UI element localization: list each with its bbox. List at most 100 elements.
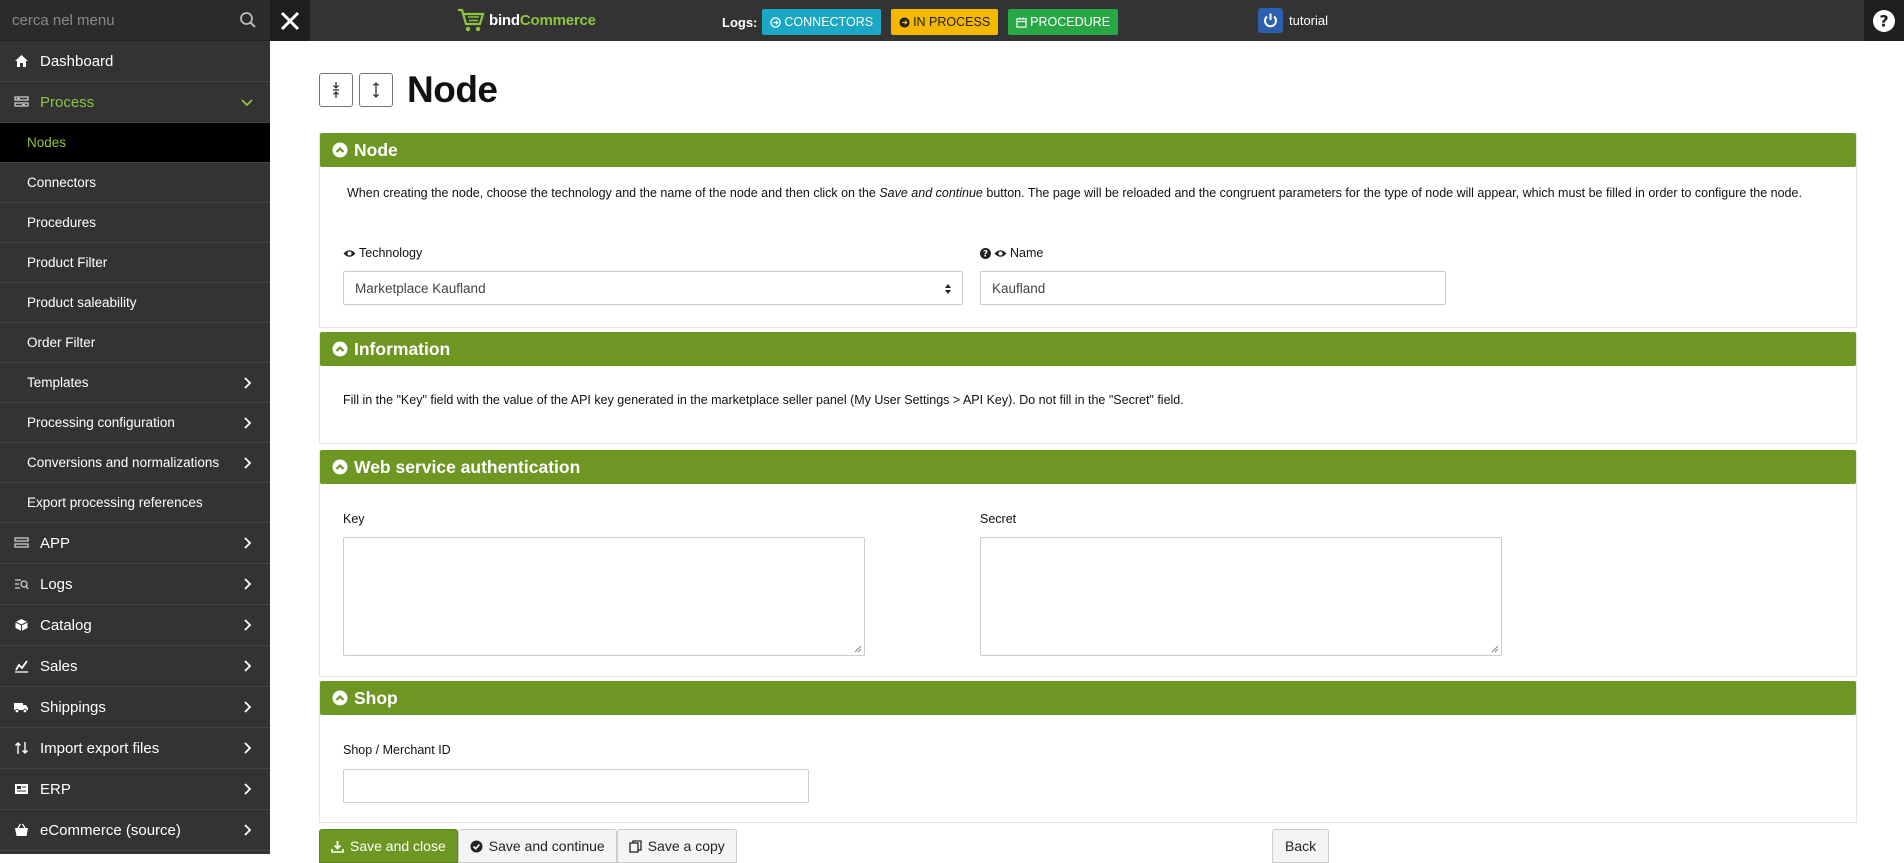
sidebar-item-catalog[interactable]: Catalog xyxy=(0,605,270,646)
chevron-down-icon xyxy=(240,95,254,109)
collapse-icon xyxy=(333,82,339,98)
sidebar-item-sales[interactable]: Sales xyxy=(0,646,270,687)
logs-label: Logs: xyxy=(722,14,758,30)
basket-icon xyxy=(12,821,30,839)
key-textarea[interactable] xyxy=(343,537,865,656)
button-label: Save and continue xyxy=(488,838,605,854)
button-label: Back xyxy=(1285,838,1317,854)
technology-select[interactable]: Marketplace Kaufland xyxy=(343,271,963,305)
desc-text: button. The page will be reloaded and th… xyxy=(982,186,1802,200)
desc-emphasis: Save and continue xyxy=(879,186,983,200)
chevron-right-icon xyxy=(240,741,254,755)
panel-title: Web service authentication xyxy=(354,456,581,477)
sidebar-item-shippings[interactable]: Shippings xyxy=(0,687,270,728)
sales-icon xyxy=(12,657,30,675)
expand-icon xyxy=(373,82,379,98)
auth-panel-header[interactable]: Web service authentication xyxy=(320,450,1856,484)
sidebar-item-erp[interactable]: ERP xyxy=(0,769,270,810)
node-panel-header[interactable]: Node xyxy=(320,133,1856,167)
sidebar-subitem-nodes[interactable]: Nodes xyxy=(0,123,270,163)
menu-search-input[interactable] xyxy=(12,11,238,29)
sidebar-item-label: Dashboard xyxy=(40,52,114,70)
chevron-up-circle-icon xyxy=(332,341,348,357)
sidebar-subitem-label: Product saleability xyxy=(27,295,137,310)
chevron-right-icon xyxy=(240,659,254,673)
process-icon xyxy=(12,93,30,111)
sidebar-subitem-label: Order Filter xyxy=(27,335,96,350)
brand-prefix: bind xyxy=(489,11,520,29)
sidebar-subitem-templates[interactable]: Templates xyxy=(0,363,270,403)
sidebar-subitem-export-references[interactable]: Export processing references xyxy=(0,483,270,523)
sidebar-item-ecommerce-source[interactable]: eCommerce (source) xyxy=(0,810,270,851)
information-panel: Information Fill in the "Key" field with… xyxy=(319,332,1857,444)
collapse-all-button[interactable] xyxy=(319,73,353,107)
logs-bar: Logs: CONNECTORS IN PROCESS PROCEDURE xyxy=(722,9,1128,35)
sidebar-subitem-conversions[interactable]: Conversions and normalizations xyxy=(0,443,270,483)
chevron-up-circle-icon xyxy=(332,690,348,706)
close-menu-button[interactable] xyxy=(270,0,310,41)
sidebar-item-label: ERP xyxy=(40,780,71,798)
sidebar-subitem-connectors[interactable]: Connectors xyxy=(0,163,270,203)
chevron-right-icon xyxy=(240,618,254,632)
home-icon xyxy=(12,52,30,70)
sidebar-item-dashboard[interactable]: Dashboard xyxy=(0,41,270,82)
user-menu[interactable]: tutorial xyxy=(1258,8,1328,33)
badge-label: PROCEDURE xyxy=(1030,15,1111,29)
username: tutorial xyxy=(1289,13,1329,28)
resize-grip-icon[interactable] xyxy=(1491,645,1499,653)
sidebar-item-logs[interactable]: Logs xyxy=(0,564,270,605)
resize-grip-icon[interactable] xyxy=(854,645,862,653)
save-and-close-button[interactable]: Save and close xyxy=(319,829,458,863)
question-circle-icon[interactable]: ? xyxy=(980,247,991,259)
sidebar-subitem-product-saleability[interactable]: Product saleability xyxy=(0,283,270,323)
sidebar-subitem-processing-configuration[interactable]: Processing configuration xyxy=(0,403,270,443)
shop-panel-header[interactable]: Shop xyxy=(320,681,1856,715)
input-value: Kaufland xyxy=(992,280,1046,296)
node-panel: Node When creating the node, choose the … xyxy=(319,133,1857,328)
label-text: Technology xyxy=(359,246,423,260)
sidebar-subitem-order-filter[interactable]: Order Filter xyxy=(0,323,270,363)
form-actions: Save and close Save and continue Save a … xyxy=(319,829,737,863)
auth-panel: Web service authentication Key Secret xyxy=(319,450,1857,677)
sidebar-subitem-label: Processing configuration xyxy=(27,415,175,430)
sidebar-subitem-product-filter[interactable]: Product Filter xyxy=(0,243,270,283)
badge-label: CONNECTORS xyxy=(784,15,874,29)
sidebar-subitem-label: Conversions and normalizations xyxy=(27,455,220,470)
sidebar-item-import-export[interactable]: Import export files xyxy=(0,728,270,769)
question-circle-icon: ? xyxy=(1873,9,1895,32)
sidebar: Dashboard Process Nodes Connectors Proce… xyxy=(0,0,270,854)
sort-arrows-icon xyxy=(945,284,951,294)
secret-textarea[interactable] xyxy=(980,537,1502,656)
chevron-up-circle-icon xyxy=(332,142,348,158)
chevron-right-icon xyxy=(240,416,254,430)
save-and-continue-button[interactable]: Save and continue xyxy=(457,829,617,863)
connectors-log-badge[interactable]: CONNECTORS xyxy=(762,9,882,35)
in-process-log-badge[interactable]: IN PROCESS xyxy=(891,9,999,35)
sidebar-item-process[interactable]: Process xyxy=(0,82,270,123)
select-value: Marketplace Kaufland xyxy=(355,280,486,296)
sidebar-subitem-label: Export processing references xyxy=(27,495,203,510)
information-panel-header[interactable]: Information xyxy=(320,332,1856,366)
brand-name: bindCommerce xyxy=(489,12,596,29)
name-label: ? Name xyxy=(980,246,1043,260)
sidebar-item-label: Sales xyxy=(40,657,78,675)
sidebar-item-app[interactable]: APP xyxy=(0,523,270,564)
name-input[interactable]: Kaufland xyxy=(980,271,1446,305)
save-a-copy-button[interactable]: Save a copy xyxy=(616,829,737,863)
arrow-circle-icon xyxy=(770,16,782,28)
chevron-right-icon xyxy=(240,536,254,550)
power-icon[interactable] xyxy=(1258,8,1283,33)
merchant-id-label: Shop / Merchant ID xyxy=(343,743,451,757)
help-button[interactable]: ? xyxy=(1864,0,1904,41)
merchant-id-input[interactable] xyxy=(343,769,809,803)
app-icon xyxy=(12,534,30,552)
back-button[interactable]: Back xyxy=(1272,829,1330,863)
sidebar-item-label: eCommerce (source) xyxy=(40,821,181,839)
sidebar-subitem-procedures[interactable]: Procedures xyxy=(0,203,270,243)
chevron-right-icon xyxy=(240,376,254,390)
check-circle-icon xyxy=(470,840,483,852)
brand-logo[interactable]: bindCommerce xyxy=(456,6,596,34)
expand-all-button[interactable] xyxy=(359,73,393,107)
procedure-log-badge[interactable]: PROCEDURE xyxy=(1008,9,1119,35)
search-icon[interactable] xyxy=(238,10,258,30)
